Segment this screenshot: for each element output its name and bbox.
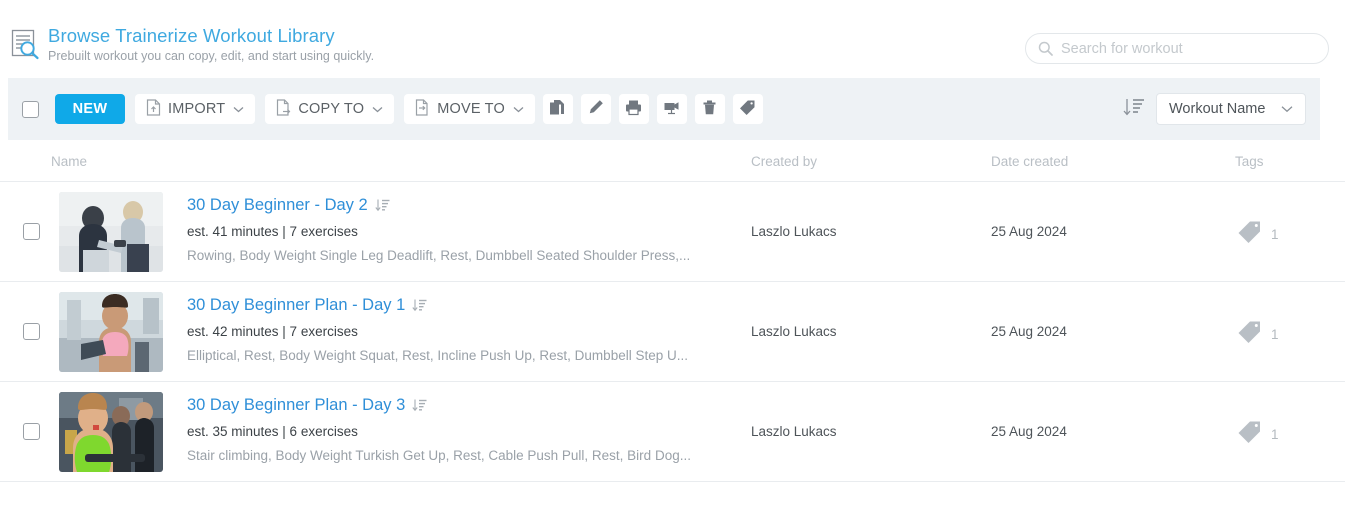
edit-pencil-icon — [587, 99, 604, 119]
sort-direction-button[interactable] — [1120, 95, 1148, 123]
created-by-value: Laszlo Lukacs — [751, 424, 837, 439]
duplicate-button[interactable] — [542, 94, 573, 124]
created-by-value: Laszlo Lukacs — [751, 324, 837, 339]
tag-count: 1 — [1271, 326, 1279, 342]
date-created-value: 25 Aug 2024 — [991, 424, 1067, 439]
workout-title-row: 30 Day Beginner - Day 2 — [187, 196, 747, 215]
move-to-label: MOVE TO — [437, 101, 505, 117]
sort-descending-icon — [1121, 96, 1147, 123]
chevron-down-icon — [1281, 101, 1293, 117]
workout-meta: est. 35 minutes | 6 exercises — [187, 424, 358, 439]
copy-file-icon — [276, 98, 291, 120]
duplicate-icon — [549, 99, 566, 119]
sort-field-select[interactable]: Workout Name — [1156, 93, 1306, 125]
page-header: Browse Trainerize Workout Library Prebui… — [0, 0, 1345, 76]
present-icon — [663, 99, 680, 119]
workout-title-link[interactable]: 30 Day Beginner Plan - Day 1 — [187, 296, 405, 315]
search-icon — [1038, 41, 1053, 56]
tag-icon — [739, 99, 756, 119]
tag-button[interactable] — [732, 94, 763, 124]
chevron-down-icon — [372, 101, 383, 117]
row-select-checkbox[interactable] — [23, 223, 40, 240]
page-subtitle: Prebuilt workout you can copy, edit, and… — [48, 49, 375, 63]
date-created-value: 25 Aug 2024 — [991, 224, 1067, 239]
workout-list: 30 Day Beginner - Day 2 est. 41 minutes … — [0, 182, 1345, 482]
tag-icon — [1236, 218, 1263, 250]
row-select-checkbox[interactable] — [23, 423, 40, 440]
row-select-checkbox[interactable] — [23, 323, 40, 340]
date-created-value: 25 Aug 2024 — [991, 324, 1067, 339]
workout-list-icon[interactable] — [411, 398, 428, 413]
page-title: Browse Trainerize Workout Library — [48, 25, 335, 46]
print-button[interactable] — [618, 94, 649, 124]
workout-exercises: Rowing, Body Weight Single Leg Deadlift,… — [187, 248, 691, 263]
column-header-created-by: Created by — [751, 154, 818, 169]
workout-exercises: Stair climbing, Body Weight Turkish Get … — [187, 448, 691, 463]
table-row[interactable]: 30 Day Beginner Plan - Day 3 est. 35 min… — [0, 382, 1345, 482]
move-to-dropdown-button[interactable]: MOVE TO — [404, 94, 535, 124]
sort-field-value: Workout Name — [1169, 101, 1266, 117]
workout-name-cell: 30 Day Beginner Plan - Day 1 est. 42 min… — [187, 296, 747, 363]
workout-name-cell: 30 Day Beginner - Day 2 est. 41 minutes … — [187, 196, 747, 263]
table-row[interactable]: 30 Day Beginner Plan - Day 1 est. 42 min… — [0, 282, 1345, 382]
page-header-text: Browse Trainerize Workout Library Prebui… — [48, 24, 374, 65]
workout-title-link[interactable]: 30 Day Beginner - Day 2 — [187, 196, 368, 215]
action-toolbar: NEW IMPORT COPY TO MOVE TO Workout Name — [8, 78, 1320, 140]
created-by-value: Laszlo Lukacs — [751, 224, 837, 239]
chevron-down-icon — [233, 101, 244, 117]
workout-title-row: 30 Day Beginner Plan - Day 3 — [187, 396, 747, 415]
tags-cell[interactable]: 1 — [1236, 218, 1279, 250]
select-all-checkbox[interactable] — [22, 100, 39, 118]
workout-thumbnail — [59, 392, 163, 472]
workout-name-cell: 30 Day Beginner Plan - Day 3 est. 35 min… — [187, 396, 747, 463]
column-header-date-created: Date created — [991, 154, 1069, 169]
table-row[interactable]: 30 Day Beginner - Day 2 est. 41 minutes … — [0, 182, 1345, 282]
workout-meta: est. 42 minutes | 7 exercises — [187, 324, 358, 339]
page-header-left: Browse Trainerize Workout Library Prebui… — [8, 24, 374, 65]
new-button[interactable]: NEW — [55, 94, 125, 124]
import-label: IMPORT — [168, 101, 226, 117]
delete-button[interactable] — [694, 94, 725, 124]
import-file-icon — [146, 98, 161, 120]
tags-cell[interactable]: 1 — [1236, 318, 1279, 350]
workout-meta: est. 41 minutes | 7 exercises — [187, 224, 358, 239]
tag-icon — [1236, 318, 1263, 350]
workout-exercises: Elliptical, Rest, Body Weight Squat, Res… — [187, 348, 688, 363]
delete-trash-icon — [701, 99, 718, 119]
workout-thumbnail — [59, 192, 163, 272]
workout-thumbnail — [59, 292, 163, 372]
column-header-tags: Tags — [1235, 154, 1264, 169]
tag-count: 1 — [1271, 426, 1279, 442]
workout-library-page: Browse Trainerize Workout Library Prebui… — [0, 0, 1345, 516]
chevron-down-icon — [513, 101, 524, 117]
tags-cell[interactable]: 1 — [1236, 418, 1279, 450]
workout-list-icon[interactable] — [411, 298, 428, 313]
table-column-headers: Name Created by Date created Tags — [0, 140, 1345, 182]
search-input[interactable] — [1061, 40, 1316, 57]
edit-button[interactable] — [580, 94, 611, 124]
column-header-name: Name — [51, 154, 88, 169]
print-icon — [625, 99, 642, 119]
copy-to-label: COPY TO — [298, 101, 365, 117]
move-file-icon — [415, 98, 430, 120]
tag-count: 1 — [1271, 226, 1279, 242]
workout-title-row: 30 Day Beginner Plan - Day 1 — [187, 296, 747, 315]
tag-icon — [1236, 418, 1263, 450]
workout-list-icon[interactable] — [374, 198, 391, 213]
workout-title-link[interactable]: 30 Day Beginner Plan - Day 3 — [187, 396, 405, 415]
browse-library-icon — [8, 26, 42, 60]
search-box[interactable] — [1025, 33, 1329, 64]
present-button[interactable] — [656, 94, 687, 124]
import-dropdown-button[interactable]: IMPORT — [135, 94, 256, 124]
copy-to-dropdown-button[interactable]: COPY TO — [265, 94, 395, 124]
